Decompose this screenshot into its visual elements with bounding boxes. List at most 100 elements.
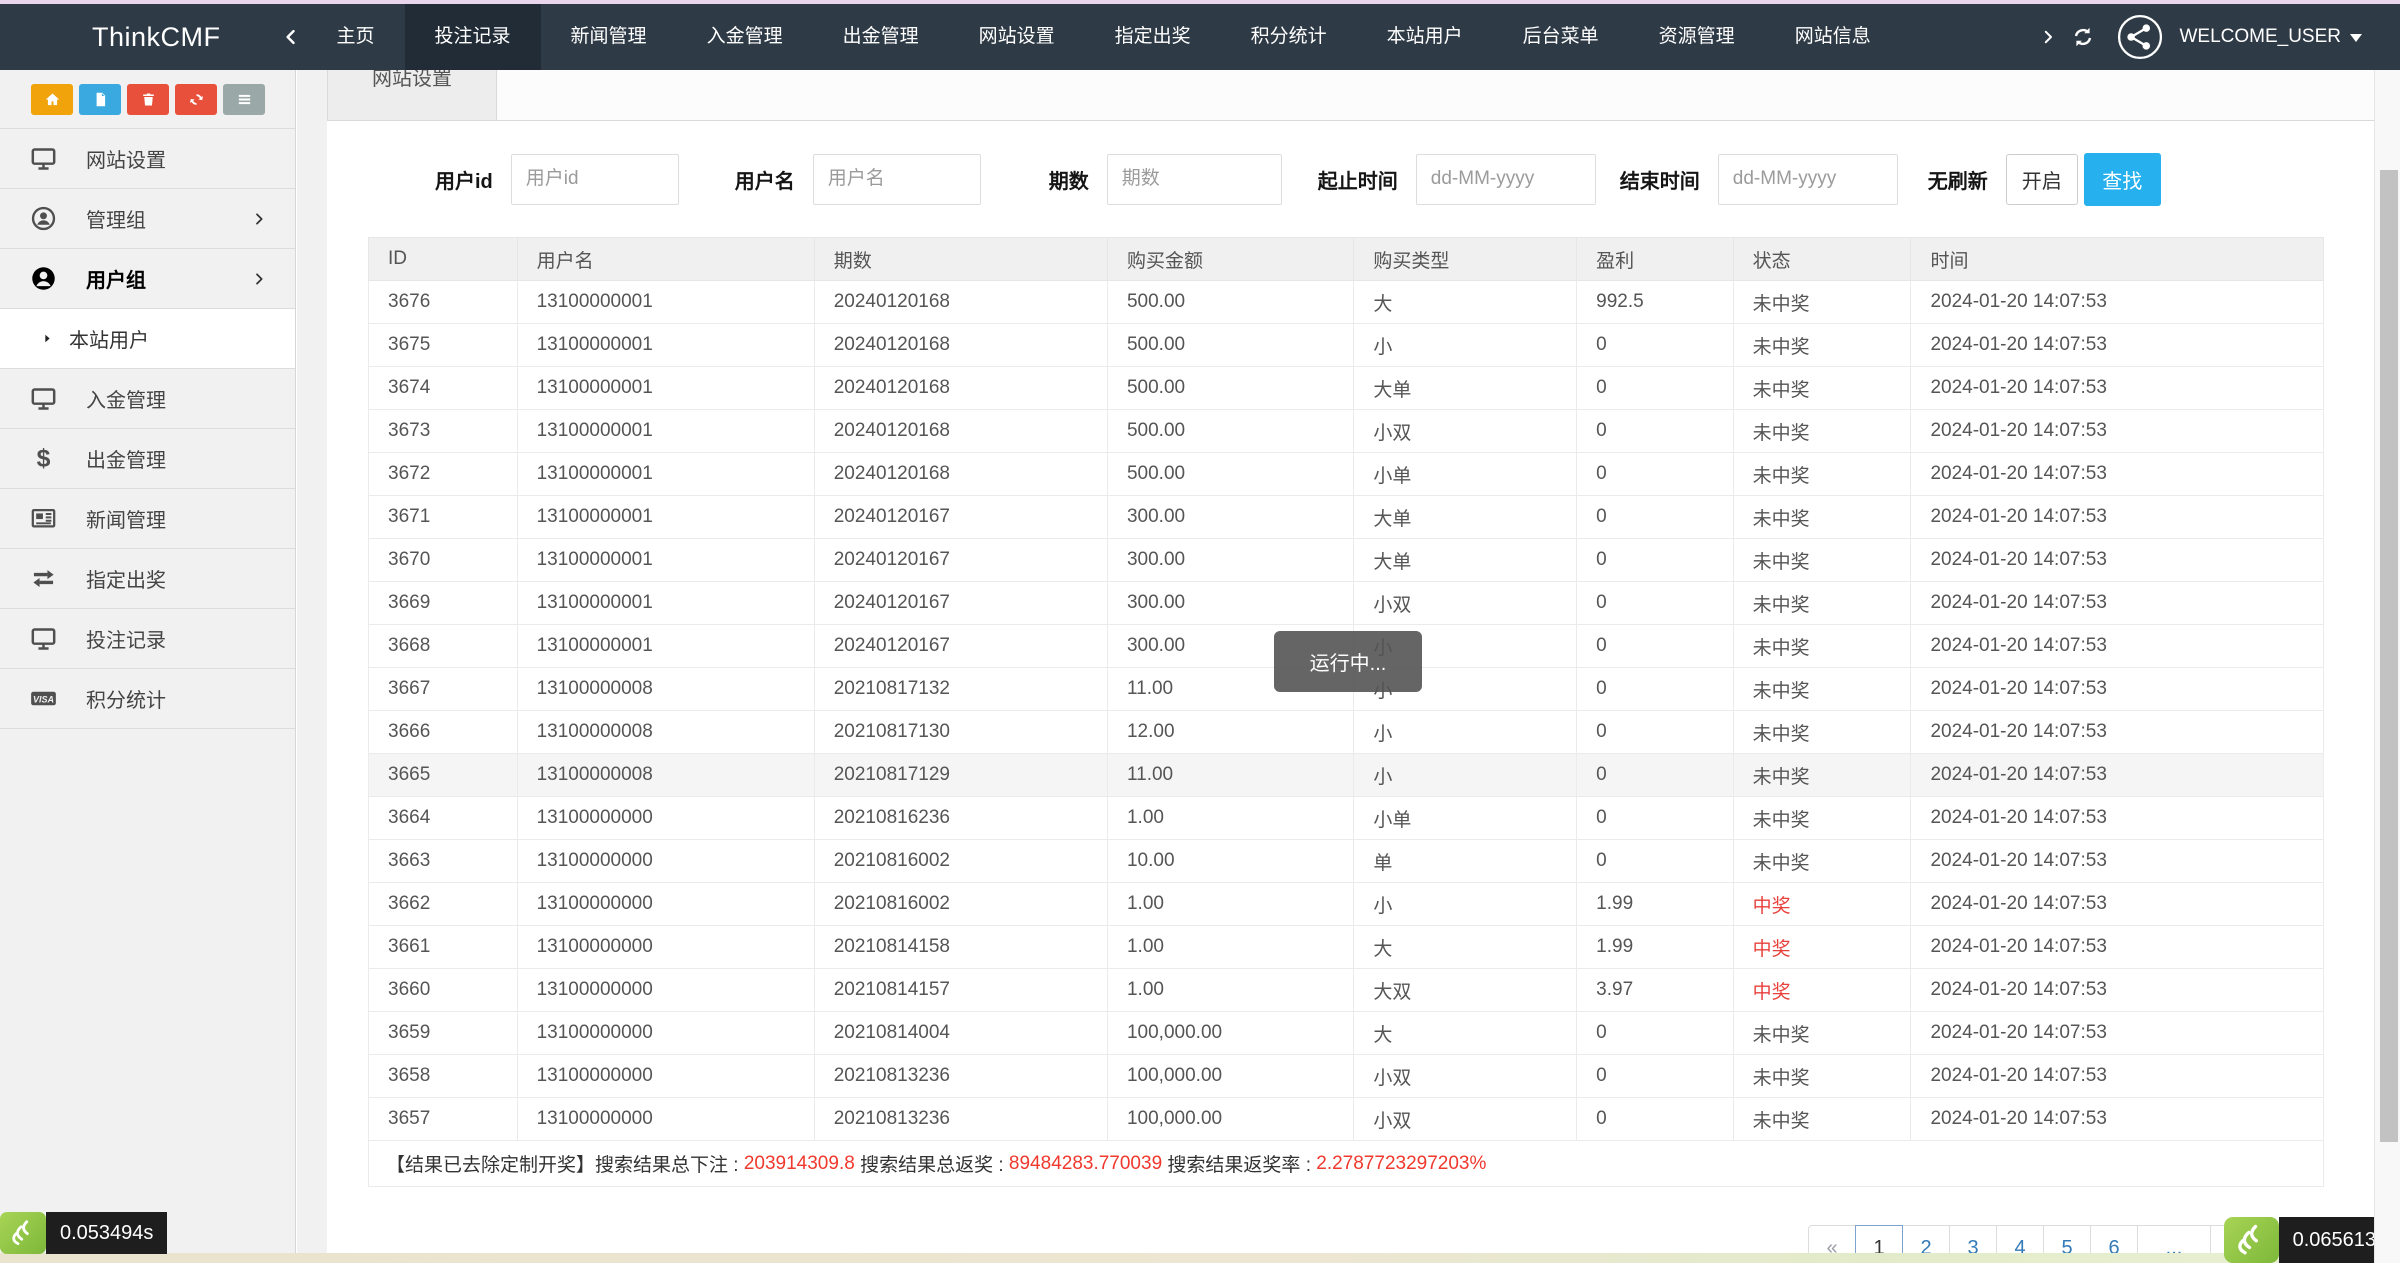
- cell-type: 大单: [1353, 366, 1578, 410]
- cell-amount: 100,000.00: [1106, 1054, 1355, 1098]
- sidebar-item-5[interactable]: 入金管理: [0, 369, 295, 429]
- tab-bar: 网站设置: [327, 70, 2374, 121]
- sidebar-item-10[interactable]: 积分统计: [0, 669, 295, 729]
- cell-id: 3664: [368, 796, 518, 840]
- list-button[interactable]: [223, 84, 265, 115]
- sidebar-item-label: 用户组: [86, 270, 146, 292]
- summary-segment-2: 203914309.8: [743, 1152, 855, 1174]
- cell-period: 20240120168: [813, 366, 1108, 410]
- cell-user: 13100000001: [516, 452, 815, 496]
- cell-status: 未中奖: [1732, 753, 1912, 797]
- sidebar-item-6[interactable]: 出金管理: [0, 429, 295, 489]
- sidebar-item-icon: [30, 145, 62, 172]
- sidebar-item-2[interactable]: 管理组: [0, 189, 295, 249]
- file-button[interactable]: [79, 84, 121, 115]
- navbar-item-5[interactable]: 出金管理: [813, 4, 949, 70]
- cell-status: 未中奖: [1732, 538, 1912, 582]
- sidebar-item-8[interactable]: 指定出奖: [0, 549, 295, 609]
- search-button[interactable]: 查找: [2083, 152, 2161, 206]
- sidebar-item-7[interactable]: 新闻管理: [0, 489, 295, 549]
- cell-type: 小: [1353, 323, 1578, 367]
- home-button[interactable]: [31, 84, 73, 115]
- cell-id: 3676: [368, 280, 518, 324]
- cell-status: 未中奖: [1732, 624, 1912, 668]
- refresh-button[interactable]: [2071, 25, 2095, 49]
- dollar-icon: [30, 445, 57, 472]
- cell-user: 13100000008: [516, 667, 815, 711]
- monitor-icon: [30, 385, 57, 412]
- cell-time: 2024-01-20 14:07:53: [1910, 753, 2324, 797]
- nav-scroll-left-button[interactable]: [281, 27, 301, 47]
- cell-id: 3672: [368, 452, 518, 496]
- nav-scroll-right-button[interactable]: [2039, 28, 2057, 46]
- cell-period: 20240120168: [813, 452, 1108, 496]
- start-date-input[interactable]: [1415, 153, 1596, 205]
- toast-label: 运行中...: [1309, 653, 1387, 675]
- sidebar-item-label: 指定出奖: [86, 570, 166, 592]
- cell-status: 中奖: [1732, 882, 1912, 926]
- cell-period: 20240120167: [813, 624, 1108, 668]
- navbar-item-10[interactable]: 后台菜单: [1493, 4, 1629, 70]
- navbar-item-1[interactable]: 主页: [307, 4, 405, 70]
- cell-type: 小单: [1353, 796, 1578, 840]
- cell-amount: 300.00: [1106, 581, 1355, 625]
- cell-user: 13100000001: [516, 409, 815, 453]
- cell-period: 20210816002: [813, 839, 1108, 883]
- avatar[interactable]: [2117, 14, 2163, 60]
- sidebar-item-4[interactable]: 本站用户: [0, 309, 295, 369]
- table-row: 3663 13100000000 20210816002 10.00 单 0 未中奖 2024…: [368, 839, 2324, 883]
- cell-profit: 0: [1576, 409, 1734, 453]
- thinkphp-flame-icon[interactable]: [0, 1212, 46, 1254]
- cell-period: 20240120168: [813, 323, 1108, 367]
- cell-time: 2024-01-20 14:07:53: [1910, 968, 2324, 1012]
- expand-chevron-icon: [251, 211, 267, 227]
- tab-website-settings[interactable]: 网站设置: [327, 70, 497, 120]
- username-input[interactable]: [812, 153, 981, 205]
- cell-status: 未中奖: [1732, 409, 1912, 453]
- userid-input[interactable]: [510, 153, 679, 205]
- user-menu[interactable]: WELCOME_USER: [2179, 26, 2362, 48]
- cell-amount: 1.00: [1106, 796, 1355, 840]
- cell-amount: 500.00: [1106, 452, 1355, 496]
- navbar-item-2[interactable]: 投注记录: [404, 4, 541, 70]
- cell-id: 3673: [368, 409, 518, 453]
- trash-button[interactable]: [127, 84, 169, 115]
- monitor-icon: [30, 145, 57, 172]
- cell-user: 13100000000: [516, 882, 815, 926]
- cell-amount: 11.00: [1106, 753, 1355, 797]
- scrollbar-thumb[interactable]: [2380, 170, 2398, 1142]
- navbar-item-4[interactable]: 入金管理: [677, 4, 813, 70]
- cell-time: 2024-01-20 14:07:53: [1910, 581, 2324, 625]
- cell-status: 中奖: [1732, 925, 1912, 969]
- sidebar-item-1[interactable]: 网站设置: [0, 129, 295, 189]
- cell-time: 2024-01-20 14:07:53: [1910, 624, 2324, 668]
- sidebar-item-3[interactable]: 用户组: [0, 249, 295, 309]
- navbar-item-11[interactable]: 资源管理: [1629, 4, 1765, 70]
- end-date-input[interactable]: [1717, 153, 1898, 205]
- recycle-button[interactable]: [175, 84, 217, 115]
- user-circle-icon: [30, 205, 57, 232]
- cell-user: 13100000000: [516, 796, 815, 840]
- filter-start-time: 起止时间: [1318, 153, 1596, 205]
- period-label: 期数: [1048, 170, 1089, 193]
- navbar-item-3[interactable]: 新闻管理: [541, 4, 677, 70]
- period-input[interactable]: [1106, 153, 1282, 205]
- cell-profit: 0: [1576, 753, 1734, 797]
- navbar-item-12[interactable]: 网站信息: [1765, 4, 1901, 70]
- toggle-on-button[interactable]: 开启: [2005, 153, 2078, 205]
- navbar-item-9[interactable]: 本站用户: [1357, 4, 1493, 70]
- navbar-item-7[interactable]: 指定出奖: [1085, 4, 1221, 70]
- column-header: 状态: [1732, 237, 1912, 281]
- navbar-item-6[interactable]: 网站设置: [949, 4, 1085, 70]
- cell-period: 20210816236: [813, 796, 1108, 840]
- no-refresh-label: 无刷新: [1927, 170, 1988, 193]
- cell-amount: 300.00: [1106, 495, 1355, 539]
- cell-amount: 1.00: [1106, 882, 1355, 926]
- brand-logo: ThinkCMF: [92, 21, 221, 52]
- swap-icon: [30, 565, 57, 592]
- sidebar-item-9[interactable]: 投注记录: [0, 609, 295, 669]
- navbar-item-8[interactable]: 积分统计: [1221, 4, 1357, 70]
- cell-status: 未中奖: [1732, 581, 1912, 625]
- cell-id: 3666: [368, 710, 518, 754]
- thinkphp-flame-icon[interactable]: [2223, 1217, 2279, 1263]
